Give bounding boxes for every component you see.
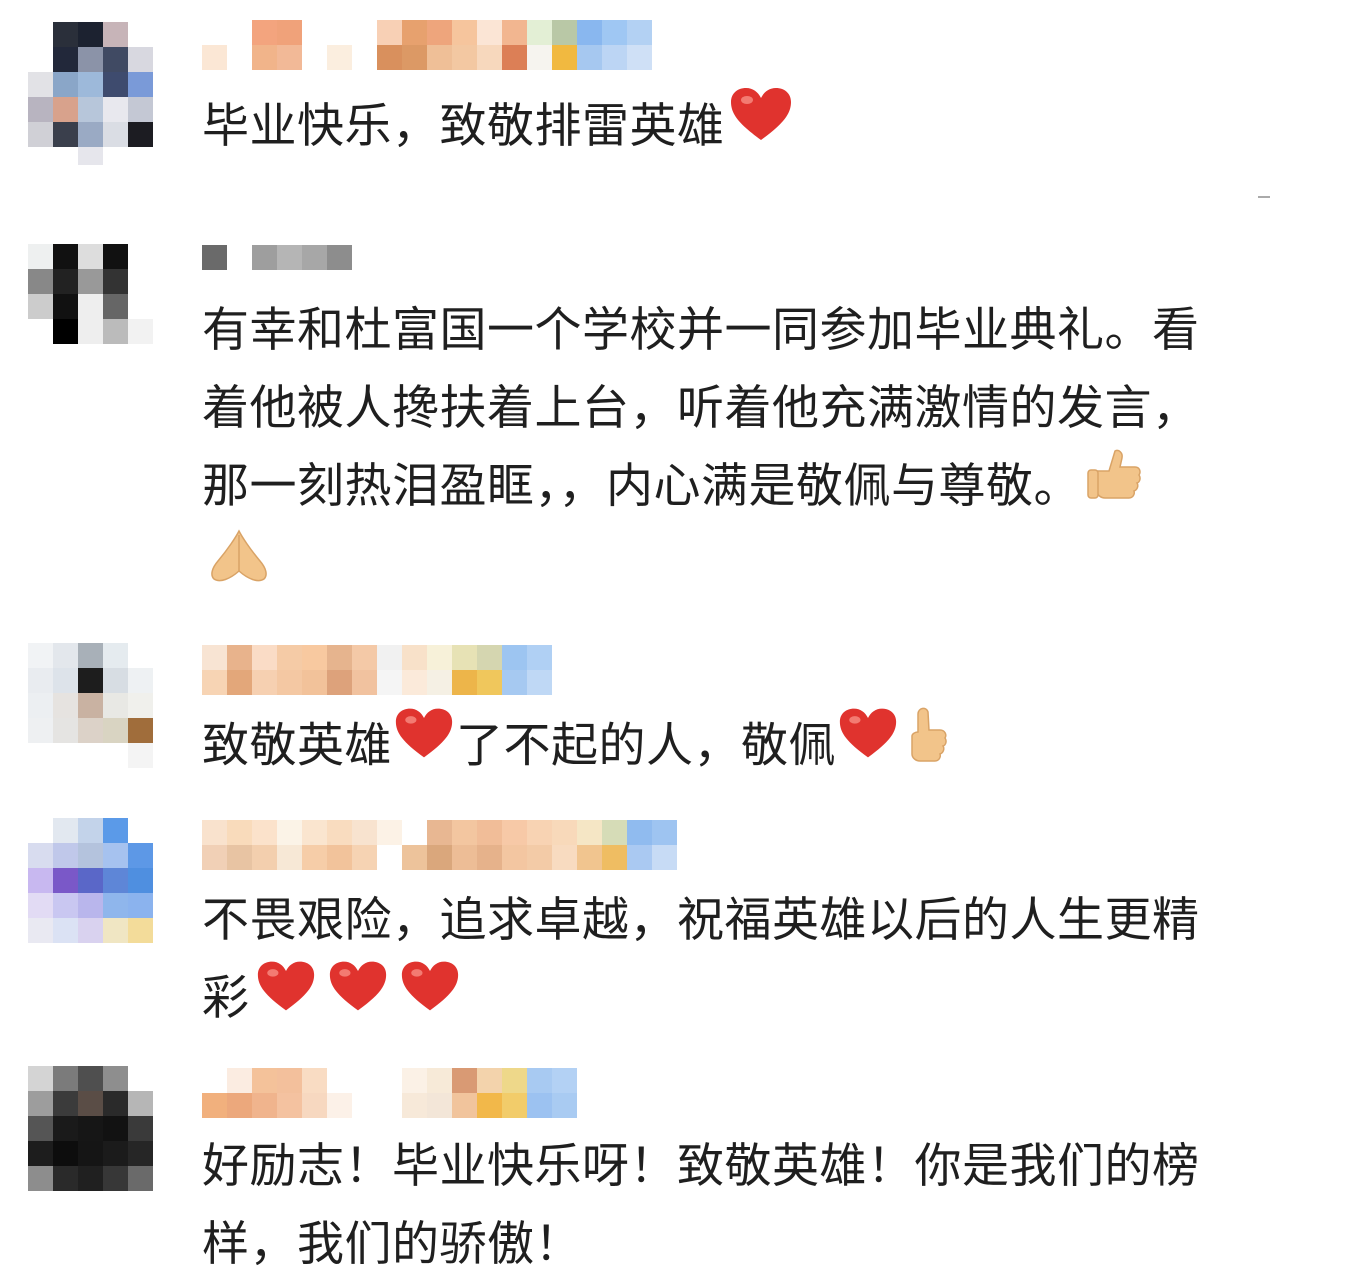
username-blurred[interactable] <box>202 1068 577 1118</box>
comment-text-line-1: 好励志！毕业快乐呀！致敬英雄！你是我们的榜 <box>202 1139 1200 1194</box>
comment-text: 不畏艰险，追求卓越，祝福英雄以后的人生更精 彩 <box>202 882 1322 1041</box>
comment-text-line-2: 彩 <box>202 971 250 1026</box>
comment-text-line-1: 不畏艰险，追求卓越，祝福英雄以后的人生更精 <box>202 893 1200 948</box>
avatar[interactable] <box>28 818 154 944</box>
comment-text: 好励志！毕业快乐呀！致敬英雄！你是我们的榜 样，我们的骄傲！ <box>202 1128 1322 1284</box>
thumbs-up-icon <box>1085 445 1143 527</box>
heart-emoji-icon <box>256 959 316 1037</box>
heart-emoji-icon <box>394 706 454 784</box>
comment-text-part-1: 致敬英雄 <box>202 718 392 774</box>
comment-text-line-2: 样，我们的骄傲！ <box>202 1217 582 1272</box>
username-blurred[interactable] <box>202 20 652 70</box>
avatar[interactable] <box>28 1066 154 1192</box>
username-blurred[interactable] <box>202 820 677 870</box>
comment-text-line-2: 着他被人搀扶着上台，听着他充满激情的发言， <box>202 381 1200 436</box>
thumbs-up-icon <box>904 702 952 788</box>
comment-text-line-3: 那一刻热泪盈眶，，内心满是敬佩与尊敬。 <box>202 459 1081 514</box>
comment-text: 有幸和杜富国一个学校并一同参加毕业典礼。看 着他被人搀扶着上台，听着他充满激情的… <box>202 292 1322 613</box>
comment-text-content: 毕业快乐，致敬排雷英雄 <box>202 99 725 154</box>
heart-emoji-icon <box>838 706 898 784</box>
avatar[interactable] <box>28 244 154 370</box>
comment-text: 致敬英雄 了不起的人，敬佩 <box>202 706 1322 792</box>
username-blurred[interactable] <box>202 245 362 295</box>
comment-text: 毕业快乐，致敬排雷英雄 <box>202 86 1322 170</box>
heart-emoji-icon <box>328 959 388 1037</box>
folded-hands-icon <box>206 527 272 609</box>
heart-emoji-icon <box>400 959 460 1037</box>
comment-text-part-2: 了不起的人，敬佩 <box>456 718 836 774</box>
heart-emoji-icon <box>729 86 793 166</box>
avatar[interactable] <box>28 643 154 769</box>
comment-text-line-1: 有幸和杜富国一个学校并一同参加毕业典礼。看 <box>202 303 1200 358</box>
username-blurred[interactable] <box>202 645 552 695</box>
divider-mark <box>1258 196 1270 198</box>
avatar[interactable] <box>28 22 154 165</box>
